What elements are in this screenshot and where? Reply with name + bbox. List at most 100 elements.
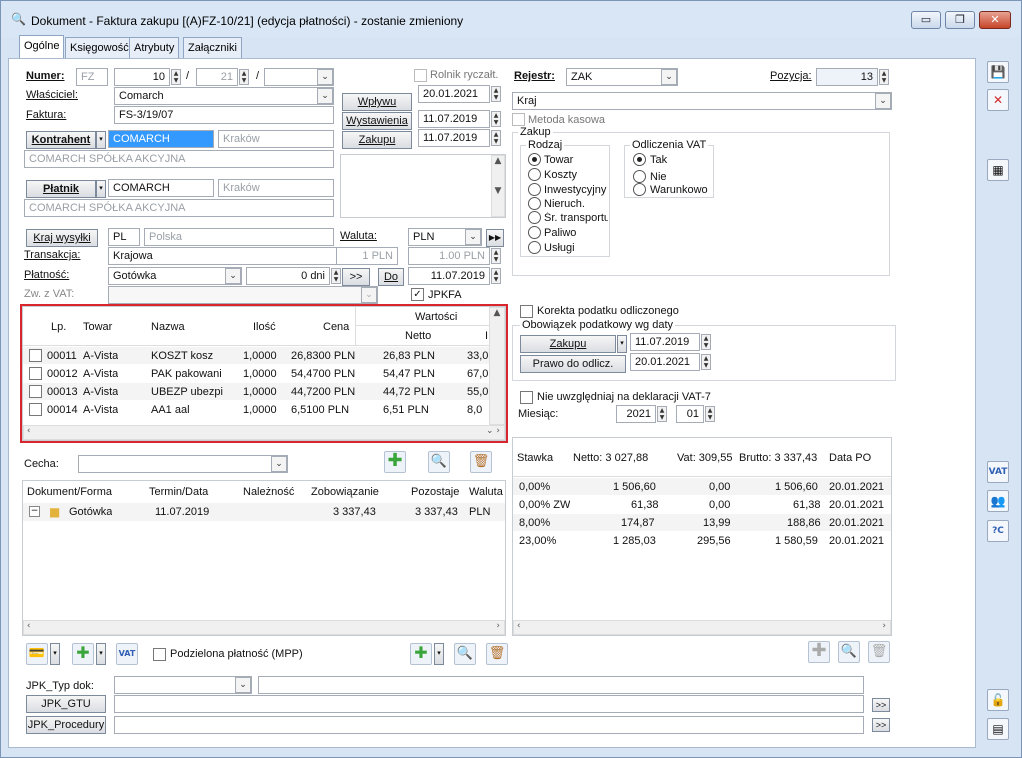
kraj-code[interactable]: PL	[108, 228, 140, 246]
kontrahent-menu[interactable]: ▾	[96, 131, 106, 149]
korekta-checkbox[interactable]	[520, 305, 533, 318]
zakupu-date[interactable]: 11.07.2019	[418, 129, 490, 147]
platnosc-dropdown[interactable]: ⌄	[225, 268, 241, 284]
do-date[interactable]: 11.07.2019	[408, 267, 490, 285]
notes-textarea[interactable]: ▲ ▼	[340, 154, 506, 218]
col-termin[interactable]: Termin/Data	[149, 486, 208, 498]
zakupu-date-button[interactable]: Zakupu	[342, 131, 412, 149]
trash-icon[interactable]: 🗑	[470, 451, 492, 473]
col-vat-vat[interactable]: Vat: 309,55	[677, 452, 732, 464]
wplywu-date[interactable]: 20.01.2021	[418, 85, 490, 103]
add-row-icon[interactable]: ✚	[410, 643, 432, 665]
col-naleznosc[interactable]: Należność	[243, 486, 294, 498]
col-dokument[interactable]: Dokument/Forma	[27, 486, 112, 498]
waluta-more-button[interactable]: ▶▶	[486, 229, 504, 247]
cecha-dropdown[interactable]: ⌄	[271, 456, 287, 472]
prawo-spinner[interactable]: ▲ ▼	[701, 354, 711, 370]
jpk-procedury-arrow[interactable]: >>	[872, 718, 890, 732]
kontrahent-code[interactable]: COMARCH	[108, 130, 214, 148]
prawo-date[interactable]: 20.01.2021	[630, 353, 700, 371]
wplywu-spinner[interactable]: ▲ ▼	[491, 86, 501, 102]
payment-menu[interactable]: ▾	[50, 643, 60, 665]
rodzaj-radio-koszty[interactable]	[528, 168, 541, 181]
transakcja-field[interactable]: Krajowa	[108, 247, 358, 265]
miesiac-year[interactable]: 2021	[616, 405, 656, 423]
vat-calc-icon[interactable]: VAT	[116, 643, 138, 665]
cancel-icon[interactable]: ✕	[987, 89, 1009, 111]
podzielona-checkbox[interactable]	[153, 648, 166, 661]
jpk-gtu-field[interactable]	[114, 695, 864, 713]
miesiac-year-spinner[interactable]: ▲ ▼	[657, 406, 667, 422]
platnosc-dni[interactable]: 0 dni	[246, 267, 330, 285]
rodzaj-radio-nieruch[interactable]	[528, 197, 541, 210]
arrow-button[interactable]: >>	[342, 268, 370, 286]
dni-spinner[interactable]: ▲ ▼	[331, 268, 341, 284]
vat-icon[interactable]: VAT	[987, 461, 1009, 483]
col-vat-netto[interactable]: Netto: 3 027,88	[573, 452, 648, 464]
odliczenia-radio-nie[interactable]	[633, 170, 646, 183]
wystawienia-date[interactable]: 11.07.2019	[418, 110, 490, 128]
users-icon[interactable]: 👥	[987, 490, 1009, 512]
payments-hscroll[interactable]: ‹ ›	[23, 620, 505, 635]
calculator-icon[interactable]: ▦	[987, 159, 1009, 181]
do-button[interactable]: Do	[378, 268, 404, 286]
rolnik-checkbox[interactable]	[414, 69, 427, 82]
obowiazek-zakupu-spinner[interactable]: ▲ ▼	[701, 334, 711, 350]
numer-spinner[interactable]: ▲ ▼	[171, 69, 181, 85]
kurs-spinner[interactable]: ▲ ▼	[491, 248, 501, 264]
do-spinner[interactable]: ▲ ▼	[491, 268, 501, 284]
add-row-menu[interactable]: ▾	[434, 643, 444, 665]
jpk-typ-field[interactable]	[114, 676, 252, 694]
tab-ksiegowosc[interactable]: Księgowość	[65, 37, 134, 59]
col-pozostaje[interactable]: Pozostaje	[411, 486, 459, 498]
jpk-gtu-button[interactable]: JPK_GTU	[26, 695, 106, 713]
miesiac-month-spinner[interactable]: ▲ ▼	[705, 406, 715, 422]
col-stawka[interactable]: Stawka	[517, 452, 553, 464]
odliczenia-radio-warunkowo[interactable]	[633, 183, 646, 196]
rodzaj-radio-srtransportu[interactable]	[528, 211, 541, 224]
nie-uwzgl-checkbox[interactable]	[520, 391, 533, 404]
jpk-procedury-button[interactable]: JPK_Procedury	[26, 716, 106, 734]
wlasciciel-dropdown[interactable]: ⌄	[317, 88, 333, 104]
col-zobowiazanie[interactable]: Zobowiązanie	[311, 486, 379, 498]
tab-atrybuty[interactable]: Atrybuty	[129, 37, 180, 59]
search-icon[interactable]: 🔍	[428, 451, 450, 473]
wplywu-button[interactable]: Wpływu	[342, 93, 412, 111]
wlasciciel-field[interactable]: Comarch	[114, 87, 334, 105]
add-payment-menu[interactable]: ▾	[96, 643, 106, 665]
lock-icon[interactable]: 🔓	[987, 689, 1009, 711]
waluta-dropdown[interactable]: ⌄	[465, 229, 481, 245]
year-spinner[interactable]: ▲ ▼	[239, 69, 249, 85]
zakupu-spinner[interactable]: ▲ ▼	[491, 130, 501, 146]
metoda-checkbox[interactable]	[512, 113, 525, 126]
tab-zalaczniki[interactable]: Załączniki	[183, 37, 242, 59]
platnik-menu[interactable]: ▾	[96, 180, 106, 198]
search-row-icon[interactable]: 🔍	[454, 643, 476, 665]
maximize-button[interactable]: ❐	[945, 11, 975, 29]
kontrahent-button[interactable]: Kontrahent	[26, 131, 96, 149]
pozycja-spinner[interactable]: ▲ ▼	[879, 69, 889, 85]
add-icon[interactable]: ✚	[384, 451, 406, 473]
tab-ogolne[interactable]: Ogólne	[19, 35, 65, 60]
platnik-code[interactable]: COMARCH	[108, 179, 214, 197]
payment-icon[interactable]: 💳	[26, 643, 48, 665]
col-waluta[interactable]: Waluta	[469, 486, 503, 498]
numer-value[interactable]: 10	[114, 68, 170, 86]
series-dropdown[interactable]: ⌄	[317, 69, 333, 85]
attachment-icon[interactable]: ▤	[987, 718, 1009, 740]
kraj-wysylki-button[interactable]: Kraj wysyłki	[26, 229, 98, 247]
delete-row-icon[interactable]: 🗑	[486, 643, 508, 665]
obowiazek-zakupu-date[interactable]: 11.07.2019	[630, 333, 700, 351]
pozycja-field[interactable]: 13	[816, 68, 878, 86]
cecha-field[interactable]	[78, 455, 288, 473]
rodzaj-radio-uslugi[interactable]	[528, 241, 541, 254]
platnik-button[interactable]: Płatnik	[26, 180, 96, 198]
kraj-select[interactable]: Kraj	[512, 92, 892, 110]
rodzaj-radio-paliwo[interactable]	[528, 226, 541, 239]
jpk-typ-dropdown[interactable]: ⌄	[235, 677, 251, 693]
wystawienia-spinner[interactable]: ▲ ▼	[491, 111, 501, 127]
obowiazek-zakupu-button[interactable]: Zakupu	[520, 335, 616, 353]
miesiac-month[interactable]: 01	[676, 405, 704, 423]
odliczenia-radio-tak[interactable]	[633, 153, 646, 166]
vat-search-icon[interactable]: 🔍	[838, 641, 860, 663]
